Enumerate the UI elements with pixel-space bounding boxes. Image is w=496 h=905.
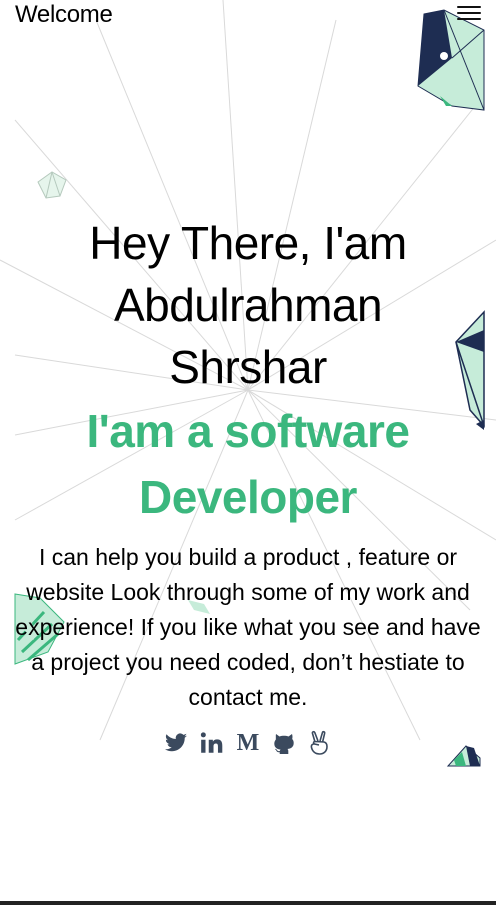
greeting-line-1: Hey There, I'am xyxy=(89,217,407,269)
twitter-icon[interactable] xyxy=(162,729,190,757)
hamburger-menu-icon[interactable] xyxy=(457,6,481,24)
svg-text:M: M xyxy=(237,731,260,755)
role-line-1: I'am a software xyxy=(86,405,410,457)
hero-role: I'am a software Developer xyxy=(0,398,496,530)
intro-paragraph: I can help you build a product , feature… xyxy=(15,544,481,710)
greeting-line-3: Shrshar xyxy=(169,341,327,393)
social-links: M xyxy=(0,729,496,757)
linkedin-icon[interactable] xyxy=(198,729,226,757)
medium-icon[interactable]: M xyxy=(234,729,262,757)
top-header: Welcome xyxy=(0,0,496,32)
greeting-line-2: Abdulrahman xyxy=(113,279,383,331)
small-cube-left xyxy=(37,171,67,199)
menu-bar-bottom xyxy=(457,18,481,20)
menu-bar-top xyxy=(457,6,481,8)
hero-greeting: Hey There, I'am Abdulrahman Shrshar xyxy=(0,212,496,398)
portfolio-page: Welcome Hey There, I'am Abdulrahman Shrs… xyxy=(0,0,496,905)
angellist-icon[interactable] xyxy=(306,729,334,757)
menu-bar-middle xyxy=(457,12,481,14)
bottom-scroll-bar xyxy=(0,901,496,905)
github-icon[interactable] xyxy=(270,729,298,757)
role-line-2: Developer xyxy=(139,471,357,523)
brand-title[interactable]: Welcome xyxy=(15,1,113,29)
hero-section: Hey There, I'am Abdulrahman Shrshar I'am… xyxy=(0,212,496,757)
